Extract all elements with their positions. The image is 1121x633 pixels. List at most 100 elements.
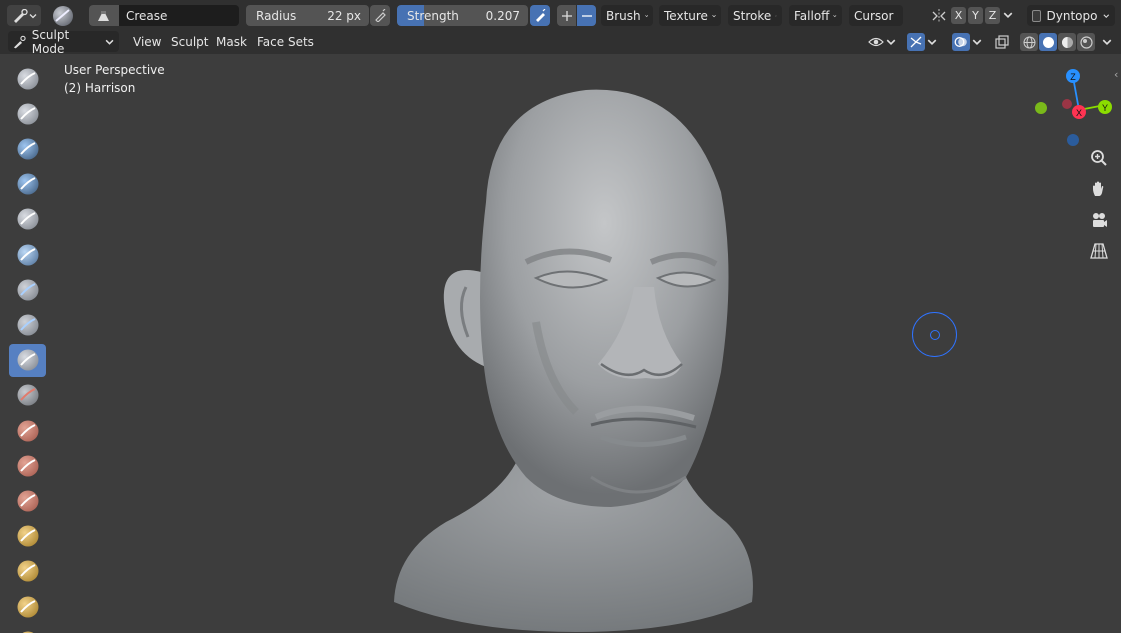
strength-pressure-toggle[interactable]: [530, 5, 550, 26]
flatten-brush-icon: [17, 420, 38, 441]
mode-dropdown[interactable]: Sculpt Mode: [8, 28, 119, 56]
clay-thumb-brush-icon: [17, 208, 38, 230]
chevron-down-icon: [644, 14, 648, 17]
gizmo-x-label: X: [1076, 108, 1082, 118]
chevron-down-icon: [886, 39, 896, 46]
texture-menu-dropdown[interactable]: Texture: [659, 5, 721, 26]
tool-button-multiplane-scrape-brush[interactable]: [9, 520, 46, 553]
zoom-button[interactable]: [1087, 146, 1111, 170]
gizmo-icon: [910, 36, 922, 48]
wireframe-shading-icon: [1023, 36, 1035, 48]
perspective-toggle-button[interactable]: [1087, 239, 1111, 263]
pan-button[interactable]: [1087, 177, 1111, 201]
direction-add-button[interactable]: [557, 5, 576, 26]
strength-slider[interactable]: Strength 0.207: [397, 5, 528, 26]
navigation-gizmo[interactable]: Z Y X: [1031, 64, 1116, 146]
mode-label: Sculpt Mode: [31, 27, 70, 56]
clay-brush-icon: [17, 138, 38, 160]
cursor-menu-dropdown[interactable]: Cursor: [849, 5, 903, 26]
sidebar-collapse-arrow-icon[interactable]: ‹: [1114, 68, 1118, 81]
tool-button-scrape-brush[interactable]: [9, 484, 46, 517]
material-preview-icon: [1061, 36, 1073, 48]
smooth-brush-icon: [17, 384, 38, 406]
draw-brush-icon: [17, 68, 38, 89]
material-preview-shading-button[interactable]: [1058, 33, 1076, 51]
tool-button-clay-thumb-brush[interactable]: [9, 203, 46, 236]
wireframe-shading-button[interactable]: [1020, 33, 1038, 51]
hand-icon: [1093, 181, 1104, 196]
gizmo-dropdown[interactable]: [903, 32, 941, 52]
chevron-down-icon: [972, 39, 982, 46]
tool-button-pinch-brush[interactable]: [9, 555, 46, 588]
overlays-dropdown[interactable]: [947, 32, 987, 52]
tool-button-elastic-deform-brush[interactable]: [9, 625, 46, 633]
visibility-dropdown[interactable]: [866, 32, 898, 52]
mirror-y-toggle[interactable]: Y: [968, 7, 983, 24]
crease-brush-preview-icon: [53, 5, 73, 26]
brush-menu-label: Brush: [606, 8, 641, 23]
stroke-menu-label: Stroke: [733, 8, 772, 23]
zoom-icon: [1091, 150, 1107, 166]
tool-button-layer-brush[interactable]: [9, 238, 46, 271]
face-sets-menu[interactable]: Face Sets: [252, 33, 319, 51]
radius-slider[interactable]: Radius 22 px: [246, 5, 369, 26]
camera-view-button[interactable]: [1087, 208, 1111, 232]
brush-cursor-circle: [912, 312, 957, 357]
strength-value: 0.207: [485, 8, 520, 23]
gizmo-neg-z-icon: [1067, 134, 1079, 146]
solid-shading-button[interactable]: [1039, 33, 1057, 51]
chevron-down-icon: [897, 15, 898, 16]
tool-button-crease-brush[interactable]: [9, 343, 46, 377]
mirror-z-toggle[interactable]: Z: [985, 7, 1000, 24]
dyntopo-checkbox[interactable]: [1032, 9, 1041, 22]
view-menu[interactable]: View: [128, 33, 166, 51]
chevron-down-icon: [105, 39, 114, 45]
sculpt-mode-icon: [13, 35, 26, 48]
mirror-x-toggle[interactable]: X: [951, 7, 966, 24]
tool-button-blob-brush[interactable]: [9, 308, 46, 341]
dyntopo-toggle[interactable]: Dyntopo: [1027, 5, 1115, 26]
sculpt-menu[interactable]: Sculpt: [166, 33, 213, 51]
gizmo-z-label: Z: [1070, 72, 1076, 82]
stroke-menu-dropdown[interactable]: Stroke: [728, 5, 782, 26]
symmetry-icon: [930, 7, 948, 25]
mask-menu[interactable]: Mask: [211, 33, 252, 51]
tool-button-grab-brush[interactable]: [9, 590, 46, 623]
tool-button-smooth-brush[interactable]: [9, 379, 46, 412]
falloff-menu-dropdown[interactable]: Falloff: [789, 5, 842, 26]
tool-button-inflate-brush[interactable]: [9, 273, 46, 306]
solid-shading-icon: [1042, 36, 1054, 48]
tool-button-clay-strips-brush[interactable]: [9, 168, 46, 201]
sculpt-editor-icon: [13, 8, 28, 23]
shading-mode-group: [1017, 32, 1115, 52]
brush-preview-button[interactable]: [49, 4, 77, 27]
plus-icon: [561, 10, 572, 21]
chevron-down-icon: [29, 13, 36, 18]
brush-menu-dropdown[interactable]: Brush: [601, 5, 653, 26]
direction-subtract-button[interactable]: [577, 5, 596, 26]
pen-pressure-icon: [374, 9, 386, 22]
texture-menu-label: Texture: [664, 8, 708, 23]
rendered-shading-button[interactable]: [1077, 33, 1095, 51]
scrape-brush-icon: [17, 490, 38, 512]
tool-button-draw-sharp-brush[interactable]: [9, 97, 46, 130]
tool-shelf: [0, 54, 56, 633]
chevron-down-icon[interactable]: [1102, 37, 1112, 47]
3d-viewport[interactable]: User Perspective (2) Harrison Z Y X ‹: [56, 54, 1121, 633]
sculpt-head-mesh[interactable]: [386, 82, 766, 633]
tool-button-flatten-brush[interactable]: [9, 414, 46, 447]
brush-name-text: Crease: [126, 8, 168, 23]
radius-label: Radius: [256, 8, 297, 23]
radius-value: 22 px: [327, 8, 361, 23]
minus-icon: [581, 14, 592, 17]
editor-type-dropdown[interactable]: [7, 5, 41, 26]
tool-header: Crease Radius 22 px Strength 0.207 Brush…: [0, 0, 1121, 31]
radius-pressure-toggle[interactable]: [370, 5, 390, 26]
tool-button-clay-brush[interactable]: [9, 132, 46, 165]
tool-button-fill-brush[interactable]: [9, 449, 46, 482]
symmetry-options-chevron-icon[interactable]: [1003, 10, 1013, 20]
xray-toggle[interactable]: [993, 32, 1011, 52]
gizmo-neg-y-icon: [1035, 102, 1047, 114]
brush-name-field[interactable]: Crease: [89, 5, 239, 26]
tool-button-draw-brush[interactable]: [9, 62, 46, 95]
